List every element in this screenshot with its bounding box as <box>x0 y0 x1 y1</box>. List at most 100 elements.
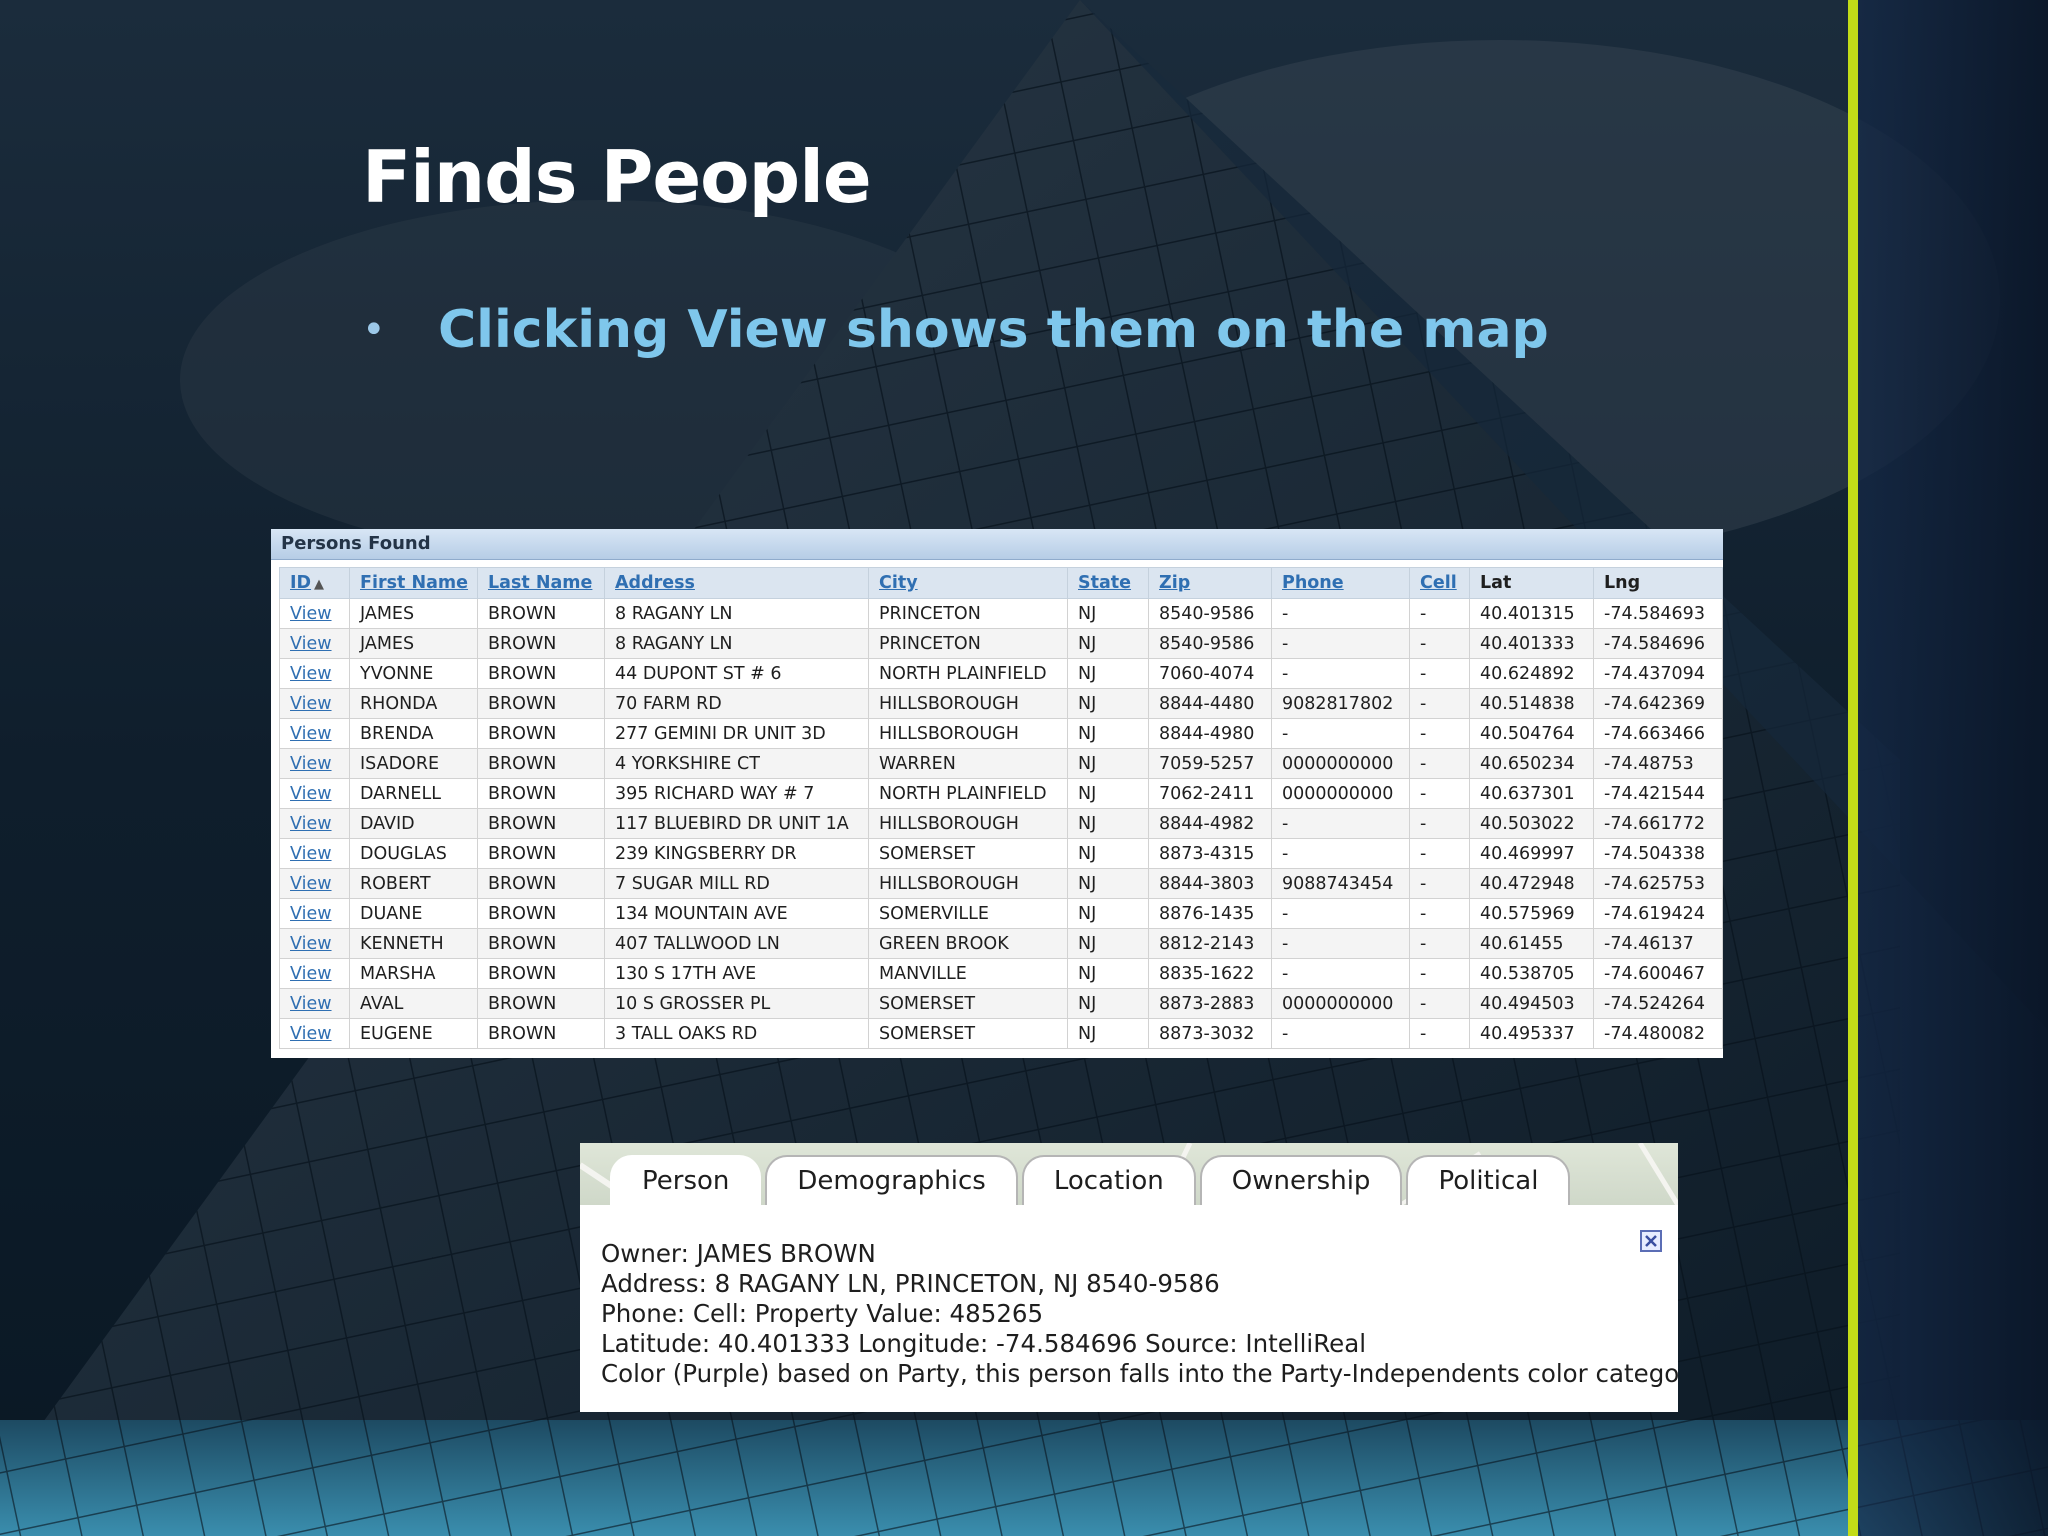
column-header-lat: Lat <box>1469 567 1594 599</box>
table-cell: 4 YORKSHIRE CT <box>604 748 869 779</box>
table-cell: 8835-1622 <box>1148 958 1272 989</box>
table-cell: BROWN <box>477 598 605 629</box>
table-cell: - <box>1271 808 1410 839</box>
table-cell: View <box>279 688 350 719</box>
column-header-state[interactable]: State <box>1067 567 1149 599</box>
view-link[interactable]: View <box>290 664 332 684</box>
view-link[interactable]: View <box>290 814 332 834</box>
tab-political[interactable]: Political <box>1406 1155 1571 1205</box>
table-cell: View <box>279 628 350 659</box>
table-cell: 9082817802 <box>1271 688 1410 719</box>
table-cell: 8873-3032 <box>1148 1018 1272 1049</box>
table-cell: -74.663466 <box>1593 718 1723 749</box>
table-cell: - <box>1271 958 1410 989</box>
table-cell: NJ <box>1067 928 1149 959</box>
table-cell: BROWN <box>477 898 605 929</box>
table-cell: 0000000000 <box>1271 988 1410 1019</box>
table-cell: NJ <box>1067 898 1149 929</box>
table-cell: DARNELL <box>349 778 478 809</box>
table-cell: BROWN <box>477 748 605 779</box>
table-cell: - <box>1409 898 1470 929</box>
view-link[interactable]: View <box>290 784 332 804</box>
table-cell: -74.661772 <box>1593 808 1723 839</box>
table-cell: View <box>279 958 350 989</box>
table-cell: NJ <box>1067 1018 1149 1049</box>
table-cell: MANVILLE <box>868 958 1068 989</box>
popup-body: Owner: JAMES BROWN Address: 8 RAGANY LN, … <box>580 1205 1678 1412</box>
column-header-first-name[interactable]: First Name <box>349 567 478 599</box>
table-cell: RHONDA <box>349 688 478 719</box>
bullet-dot-icon: • <box>362 307 386 353</box>
table-row: View BRENDA BROWN 277 GEMINI DR UNIT 3D HILL… <box>279 718 1723 749</box>
table-cell: -74.46137 <box>1593 928 1723 959</box>
table-cell: NJ <box>1067 958 1149 989</box>
table-cell: 40.494503 <box>1469 988 1594 1019</box>
tab-demographics[interactable]: Demographics <box>765 1155 1018 1205</box>
view-link[interactable]: View <box>290 874 332 894</box>
table-cell: 40.61455 <box>1469 928 1594 959</box>
persons-found-panel: Persons Found ID ▲ First Name Last Name A… <box>271 529 1723 1058</box>
table-cell: - <box>1271 598 1410 629</box>
table-cell: - <box>1271 898 1410 929</box>
bullet-item: • Clicking View shows them on the map <box>362 300 1549 360</box>
table-cell: NORTH PLAINFIELD <box>868 658 1068 689</box>
view-link[interactable]: View <box>290 634 332 654</box>
column-header-lng: Lng <box>1593 567 1723 599</box>
column-header-id[interactable]: ID ▲ <box>279 567 350 599</box>
table-cell: 40.469997 <box>1469 838 1594 869</box>
view-link[interactable]: View <box>290 934 332 954</box>
table-cell: BRENDA <box>349 718 478 749</box>
map-info-popup: Person Demographics Location Ownership Polit… <box>580 1143 1678 1412</box>
view-link[interactable]: View <box>290 604 332 624</box>
column-header-city[interactable]: City <box>868 567 1068 599</box>
view-link[interactable]: View <box>290 844 332 864</box>
table-cell: 407 TALLWOOD LN <box>604 928 869 959</box>
table-cell: View <box>279 748 350 779</box>
column-header-cell[interactable]: Cell <box>1409 567 1470 599</box>
table-cell: 8876-1435 <box>1148 898 1272 929</box>
table-cell: NJ <box>1067 778 1149 809</box>
tab-person[interactable]: Person <box>610 1155 762 1205</box>
table-cell: - <box>1271 1018 1410 1049</box>
view-link[interactable]: View <box>290 904 332 924</box>
view-link[interactable]: View <box>290 694 332 714</box>
table-cell: 40.575969 <box>1469 898 1594 929</box>
view-link[interactable]: View <box>290 994 332 1014</box>
column-header-last-name[interactable]: Last Name <box>477 567 605 599</box>
column-header-zip[interactable]: Zip <box>1148 567 1272 599</box>
table-cell: 130 S 17TH AVE <box>604 958 869 989</box>
table-cell: -74.619424 <box>1593 898 1723 929</box>
persons-table-body: View JAMES BROWN 8 RAGANY LN PRINCETON NJ 8540… <box>279 598 1723 1049</box>
view-link[interactable]: View <box>290 1024 332 1044</box>
column-header-phone[interactable]: Phone <box>1271 567 1410 599</box>
person-info: Owner: JAMES BROWN Address: 8 RAGANY LN, … <box>601 1239 1678 1389</box>
view-link[interactable]: View <box>290 724 332 744</box>
panel-header: Persons Found <box>271 529 1723 560</box>
table-cell: DAVID <box>349 808 478 839</box>
view-link[interactable]: View <box>290 754 332 774</box>
table-cell: -74.504338 <box>1593 838 1723 869</box>
table-cell: JAMES <box>349 628 478 659</box>
table-cell: WARREN <box>868 748 1068 779</box>
table-cell: - <box>1409 718 1470 749</box>
table-cell: 8844-4982 <box>1148 808 1272 839</box>
table-cell: View <box>279 838 350 869</box>
table-cell: 134 MOUNTAIN AVE <box>604 898 869 929</box>
table-row: View DARNELL BROWN 395 RICHARD WAY # 7 NORTH… <box>279 778 1723 809</box>
tab-ownership[interactable]: Ownership <box>1199 1155 1403 1205</box>
table-cell: 8540-9586 <box>1148 628 1272 659</box>
column-label: ID <box>290 573 312 593</box>
table-cell: NJ <box>1067 598 1149 629</box>
tab-location[interactable]: Location <box>1021 1155 1196 1205</box>
table-cell: View <box>279 598 350 629</box>
table-cell: JAMES <box>349 598 478 629</box>
column-header-address[interactable]: Address <box>604 567 869 599</box>
table-cell: ISADORE <box>349 748 478 779</box>
table-cell: BROWN <box>477 688 605 719</box>
view-link[interactable]: View <box>290 964 332 984</box>
table-cell: - <box>1409 958 1470 989</box>
table-cell: DUANE <box>349 898 478 929</box>
table-cell: -74.421544 <box>1593 778 1723 809</box>
table-cell: HILLSBOROUGH <box>868 718 1068 749</box>
table-cell: 8 RAGANY LN <box>604 628 869 659</box>
